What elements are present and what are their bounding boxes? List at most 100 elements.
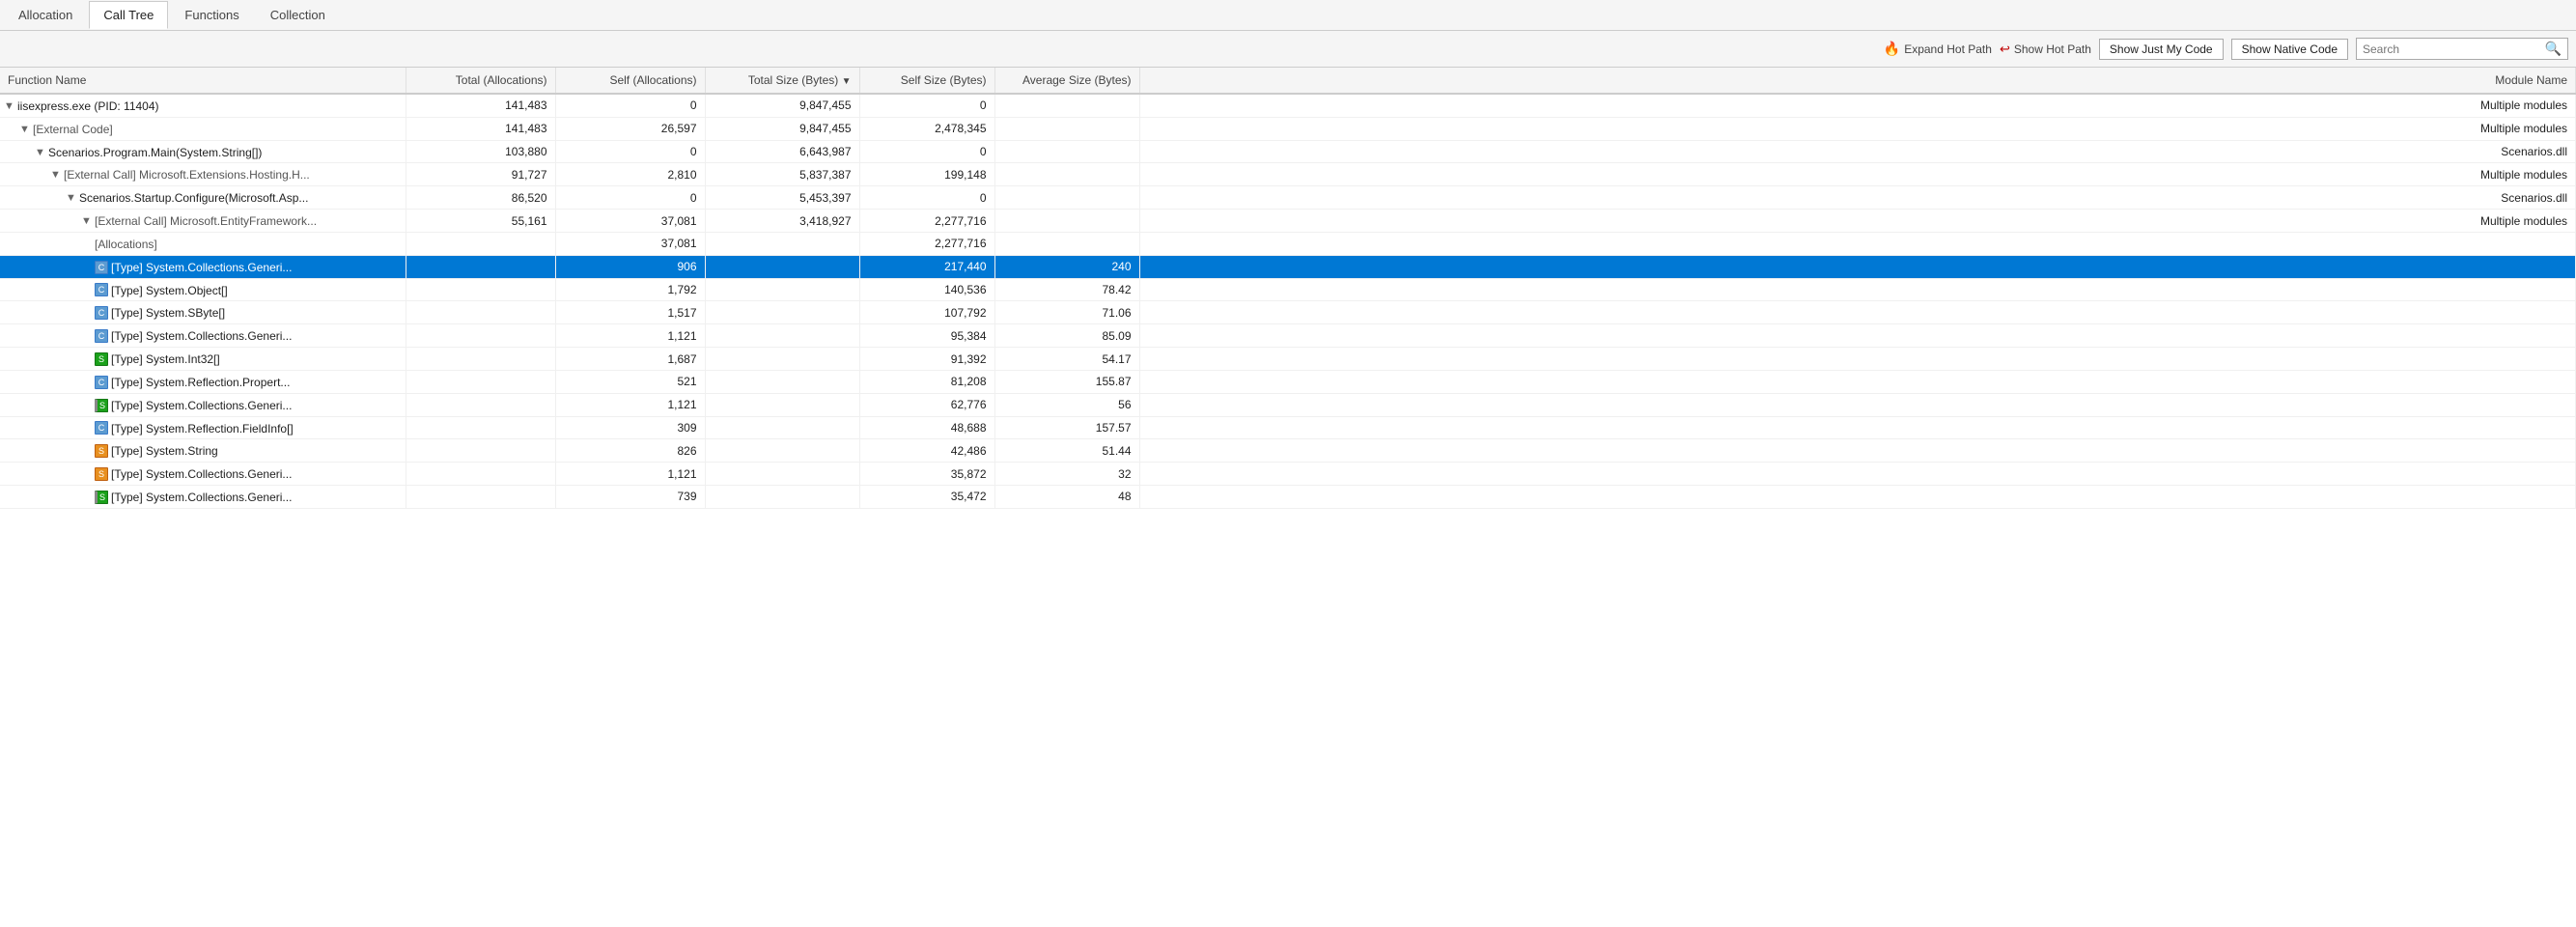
cell-total-size: [705, 278, 859, 301]
cell-self-alloc: 0: [555, 140, 705, 163]
arrow-icon: ↩: [2000, 42, 2010, 57]
col-header-self-size[interactable]: Self Size (Bytes): [859, 68, 994, 94]
table-row[interactable]: ▼[External Call] Microsoft.Extensions.Ho…: [0, 163, 2576, 186]
show-hot-path-action[interactable]: ↩ Show Hot Path: [2000, 42, 2091, 57]
tree-toggle[interactable]: ▼: [4, 100, 17, 112]
string-icon: S: [95, 444, 108, 458]
table-row[interactable]: C[Type] System.SByte[]1,517107,79271.06: [0, 301, 2576, 324]
col-module-label: Module Name: [2495, 73, 2567, 87]
cell-self-alloc: 521: [555, 370, 705, 393]
tab-allocation[interactable]: Allocation: [4, 1, 87, 29]
cell-self-size: 2,277,716: [859, 210, 994, 233]
table-row[interactable]: S[Type] System.Collections.Generi...1,12…: [0, 463, 2576, 486]
cell-total-size: 9,847,455: [705, 94, 859, 117]
cell-self-alloc: 1,121: [555, 463, 705, 486]
col-header-function[interactable]: Function Name: [0, 68, 406, 94]
search-input[interactable]: [2363, 42, 2545, 56]
cell-avg-size: 51.44: [994, 439, 1139, 463]
col-header-module[interactable]: Module Name: [1139, 68, 2576, 94]
cell-total-alloc: [406, 463, 555, 486]
table-row[interactable]: C[Type] System.Collections.Generi...1,12…: [0, 324, 2576, 348]
cell-total-size: 5,837,387: [705, 163, 859, 186]
table-container: Function Name Total (Allocations) Self (…: [0, 68, 2576, 927]
tree-toggle[interactable]: ▼: [19, 124, 33, 135]
col-header-total-size[interactable]: Total Size (Bytes) ▼: [705, 68, 859, 94]
cell-module: [1139, 278, 2576, 301]
cell-total-size: [705, 301, 859, 324]
cell-self-alloc: 1,687: [555, 348, 705, 371]
show-hot-path-label: Show Hot Path: [2014, 42, 2091, 56]
cell-total-alloc: [406, 301, 555, 324]
table-row[interactable]: ▼Scenarios.Program.Main(System.String[])…: [0, 140, 2576, 163]
cell-total-alloc: 103,880: [406, 140, 555, 163]
table-row[interactable]: C[Type] System.Reflection.FieldInfo[]309…: [0, 416, 2576, 439]
cell-self-size: 2,478,345: [859, 117, 994, 140]
expand-hot-path-action[interactable]: 🔥 Expand Hot Path: [1884, 41, 1992, 57]
row-label: iisexpress.exe (PID: 11404): [17, 99, 159, 113]
table-row[interactable]: ▼iisexpress.exe (PID: 11404) 141,483 09,84…: [0, 94, 2576, 117]
cell-total-alloc: [406, 255, 555, 278]
cell-function: ▼[External Code]: [0, 117, 406, 140]
row-label: [External Call] Microsoft.EntityFramewor…: [95, 214, 317, 228]
cell-function: C[Type] System.Reflection.FieldInfo[]: [0, 416, 406, 439]
table-row[interactable]: C[Type] System.Reflection.Propert...5218…: [0, 370, 2576, 393]
cell-total-alloc: 141,483: [406, 94, 555, 117]
tree-toggle[interactable]: ▼: [66, 192, 79, 204]
tree-toggle[interactable]: ▼: [81, 215, 95, 227]
table-row[interactable]: S[Type] System.Int32[]1,68791,39254.17: [0, 348, 2576, 371]
row-label: Scenarios.Program.Main(System.String[]): [48, 145, 262, 158]
table-row[interactable]: [Allocations]37,0812,277,716: [0, 232, 2576, 255]
table-row[interactable]: ▼Scenarios.Startup.Configure(Microsoft.A…: [0, 186, 2576, 210]
table-row[interactable]: C[Type] System.Object[]1,792140,53678.42: [0, 278, 2576, 301]
search-icon[interactable]: 🔍: [2545, 41, 2562, 57]
col-avg-size-label: Average Size (Bytes): [1022, 73, 1132, 87]
cell-avg-size: 157.57: [994, 416, 1139, 439]
cell-total-size: 9,847,455: [705, 117, 859, 140]
cell-self-size: 0: [859, 94, 994, 117]
cell-self-size: 81,208: [859, 370, 994, 393]
row-label: [Type] System.SByte[]: [111, 306, 225, 320]
row-label: [Type] System.Collections.Generi...: [111, 491, 292, 504]
row-label: [Type] System.Reflection.FieldInfo[]: [111, 421, 294, 435]
tree-toggle[interactable]: ▼: [35, 147, 48, 158]
cell-total-size: [705, 463, 859, 486]
tree-toggle[interactable]: ▼: [50, 169, 64, 181]
tab-functions[interactable]: Functions: [170, 1, 253, 29]
cell-self-size: 95,384: [859, 324, 994, 348]
table-row[interactable]: C[Type] System.Collections.Generi...9062…: [0, 255, 2576, 278]
col-header-avg-size[interactable]: Average Size (Bytes): [994, 68, 1139, 94]
col-self-alloc-label: Self (Allocations): [609, 73, 696, 87]
cell-function: C[Type] System.Object[]: [0, 278, 406, 301]
col-header-total-alloc[interactable]: Total (Allocations): [406, 68, 555, 94]
cell-total-alloc: [406, 324, 555, 348]
show-just-my-code-button[interactable]: Show Just My Code: [2099, 39, 2224, 60]
tab-call-tree[interactable]: Call Tree: [89, 1, 168, 29]
table-row[interactable]: S[Type] System.Collections.Generi...7393…: [0, 486, 2576, 509]
cell-module: [1139, 370, 2576, 393]
cell-self-size: 217,440: [859, 255, 994, 278]
cell-module: Multiple modules: [1139, 210, 2576, 233]
table-row[interactable]: S[Type] System.Collections.Generi...1,12…: [0, 393, 2576, 416]
cell-module: Scenarios.dll: [1139, 186, 2576, 210]
cell-function: [Allocations]: [0, 232, 406, 255]
row-label: [Type] System.Int32[]: [111, 352, 220, 366]
tab-collection[interactable]: Collection: [256, 1, 340, 29]
table-row[interactable]: ▼[External Call] Microsoft.EntityFramewo…: [0, 210, 2576, 233]
table-row[interactable]: S[Type] System.String82642,48651.44: [0, 439, 2576, 463]
row-label: [Type] System.Collections.Generi...: [111, 329, 292, 343]
cell-module: [1139, 348, 2576, 371]
col-header-self-alloc[interactable]: Self (Allocations): [555, 68, 705, 94]
cell-total-size: 3,418,927: [705, 210, 859, 233]
cell-total-alloc: [406, 486, 555, 509]
struct-icon: S: [95, 352, 108, 366]
flame-icon: 🔥: [1884, 41, 1900, 57]
cell-self-size: 42,486: [859, 439, 994, 463]
show-native-code-button[interactable]: Show Native Code: [2231, 39, 2348, 60]
cell-avg-size: [994, 186, 1139, 210]
cell-self-alloc: 1,121: [555, 393, 705, 416]
class-icon: C: [95, 376, 108, 389]
cell-avg-size: 155.87: [994, 370, 1139, 393]
class-icon: C: [95, 283, 108, 296]
table-row[interactable]: ▼[External Code]141,48326,5979,847,4552,…: [0, 117, 2576, 140]
row-label: [Type] System.Object[]: [111, 283, 228, 296]
